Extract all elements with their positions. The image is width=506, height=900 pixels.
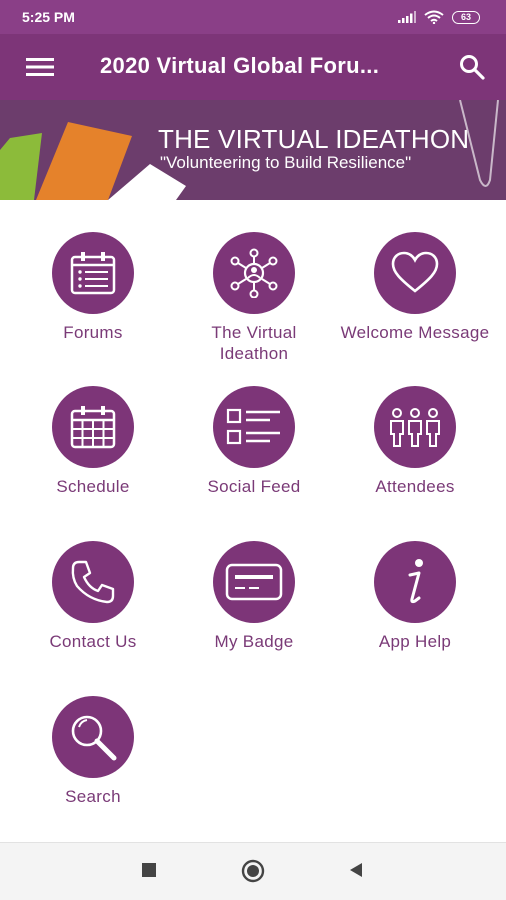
ideathon-icon-circle <box>213 232 295 314</box>
menu-item-label: App Help <box>378 632 452 651</box>
menu-item-label: Social Feed <box>207 477 301 496</box>
calendar-list-icon <box>70 252 116 295</box>
menu-item-label: Attendees <box>375 477 455 496</box>
network-people-icon <box>230 248 278 298</box>
forums-icon-circle <box>52 232 134 314</box>
app-bar: 2020 Virtual Global Foru... <box>0 34 506 100</box>
home-icon[interactable] <box>241 859 265 883</box>
heart-icon <box>391 251 439 293</box>
calendar-grid-icon <box>70 406 116 449</box>
list-icon <box>226 408 280 445</box>
badge-icon-circle <box>213 541 295 623</box>
status-time: 5:25 PM <box>22 9 75 25</box>
info-icon <box>408 559 423 604</box>
banner-title: THE VIRTUAL IDEATHON <box>158 124 470 154</box>
hamburger-menu-icon[interactable] <box>26 56 54 78</box>
status-icons: 63 <box>398 10 480 24</box>
contact-icon-circle <box>52 541 134 623</box>
system-nav-bar <box>0 842 506 900</box>
status-bar: 5:25 PM 63 <box>0 0 506 34</box>
menu-item-welcome-message[interactable]: Welcome Message <box>340 232 490 343</box>
menu-item-social-feed[interactable]: Social Feed <box>179 386 329 497</box>
menu-item-label: My Badge <box>214 632 294 651</box>
back-icon[interactable] <box>347 861 365 879</box>
battery-icon: 63 <box>452 10 480 24</box>
social-feed-icon-circle <box>213 386 295 468</box>
menu-item-label: Contact Us <box>49 632 137 651</box>
menu-item-app-help[interactable]: App Help <box>340 541 490 652</box>
magnifier-icon <box>71 715 117 761</box>
search-icon[interactable] <box>458 53 486 81</box>
menu-item-label: Forums <box>63 323 123 342</box>
badge-card-icon <box>225 563 283 601</box>
menu-item-label: The Virtual Ideathon <box>211 323 297 363</box>
search-icon-circle <box>52 696 134 778</box>
menu-item-label: Search <box>65 787 121 806</box>
menu-item-virtual-ideathon[interactable]: The Virtual Ideathon <box>179 232 329 364</box>
phone-icon <box>71 560 115 604</box>
recent-apps-icon[interactable] <box>140 861 158 879</box>
menu-item-attendees[interactable]: Attendees <box>340 386 490 497</box>
menu-item-forums[interactable]: Forums <box>18 232 168 343</box>
event-banner[interactable]: THE VIRTUAL IDEATHON "Volunteering to Bu… <box>0 100 506 200</box>
menu-item-label: Welcome Message <box>340 323 490 342</box>
attendees-icon-circle <box>374 386 456 468</box>
schedule-icon-circle <box>52 386 134 468</box>
app-title: 2020 Virtual Global Foru... <box>100 53 380 78</box>
menu-item-schedule[interactable]: Schedule <box>18 386 168 497</box>
app-help-icon-circle <box>374 541 456 623</box>
welcome-icon-circle <box>374 232 456 314</box>
wifi-icon <box>424 10 444 24</box>
battery-level: 63 <box>460 12 471 22</box>
banner-subtitle: "Volunteering to Build Resilience" <box>160 153 412 172</box>
menu-item-search[interactable]: Search <box>18 696 168 807</box>
signal-icon <box>398 11 416 23</box>
people-icon <box>390 408 440 447</box>
menu-item-my-badge[interactable]: My Badge <box>179 541 329 652</box>
menu-item-contact-us[interactable]: Contact Us <box>18 541 168 652</box>
menu-item-label: Schedule <box>56 477 130 496</box>
